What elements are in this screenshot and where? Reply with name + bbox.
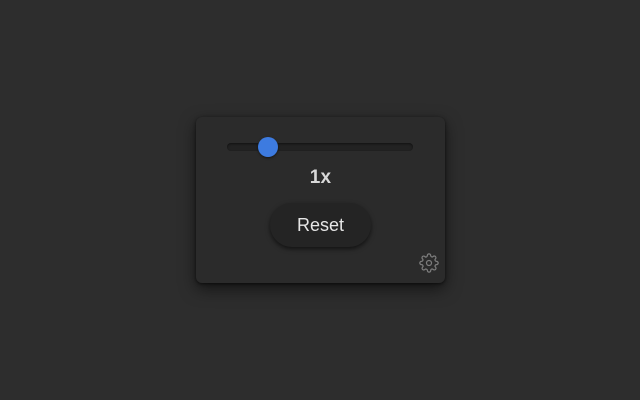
page-background: 1x Reset (0, 0, 640, 400)
speed-slider[interactable] (227, 137, 413, 157)
reset-button[interactable]: Reset (270, 203, 371, 247)
speed-value-label: 1x (309, 167, 332, 188)
slider-track[interactable] (227, 143, 413, 151)
gear-icon[interactable] (419, 253, 439, 273)
speed-control-panel: 1x Reset (196, 117, 445, 283)
slider-thumb[interactable] (257, 137, 278, 157)
